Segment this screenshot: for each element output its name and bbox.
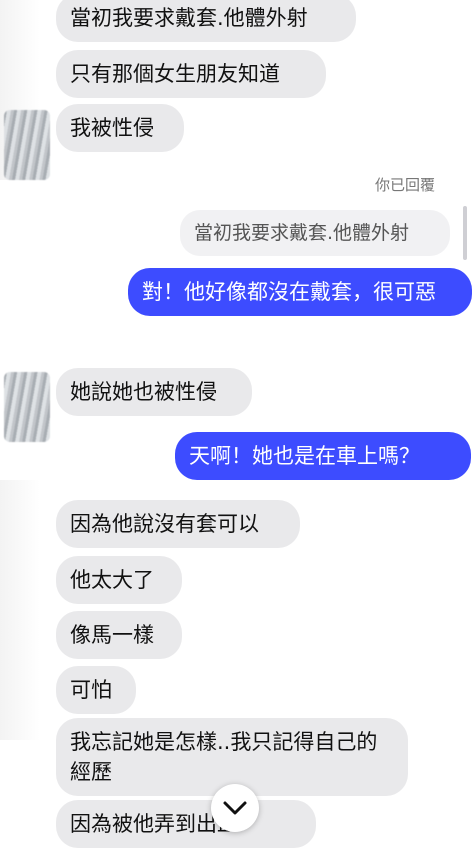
- message-incoming[interactable]: 可怕: [56, 666, 136, 714]
- avatar[interactable]: [4, 110, 50, 180]
- message-incoming[interactable]: 當初我要求戴套.他體外射: [56, 0, 356, 42]
- sidebar-shade: [0, 480, 40, 740]
- reply-quote[interactable]: 當初我要求戴套.他體外射: [180, 210, 450, 256]
- message-incoming[interactable]: 因為他說沒有套可以: [56, 500, 300, 548]
- message-incoming[interactable]: 像馬一樣: [56, 611, 182, 659]
- message-incoming[interactable]: 只有那個女生朋友知道: [56, 50, 326, 98]
- message-incoming[interactable]: 他太大了: [56, 556, 182, 604]
- reply-label: 你已回覆: [375, 176, 436, 194]
- message-incoming[interactable]: 我被性侵: [56, 104, 184, 152]
- message-incoming[interactable]: 因為被他弄到出血: [56, 800, 316, 848]
- scroll-down-button[interactable]: [211, 784, 259, 832]
- message-outgoing[interactable]: 對！他好像都沒在戴套，很可惡: [128, 268, 472, 316]
- avatar[interactable]: [4, 372, 50, 442]
- chevron-down-icon: [223, 801, 247, 815]
- reply-bar: [463, 206, 467, 260]
- message-incoming[interactable]: 她說她也被性侵: [56, 368, 252, 416]
- chat-thread: 當初我要求戴套.他體外射 只有那個女生朋友知道 我被性侵 你已回覆 當初我要求戴…: [0, 0, 474, 848]
- message-outgoing[interactable]: 天啊！她也是在車上嗎？: [175, 432, 471, 480]
